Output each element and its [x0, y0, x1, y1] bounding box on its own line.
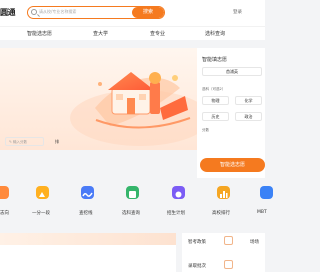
tool-label-university-ranking[interactable]: 高校排行 [212, 210, 230, 216]
score-label: 分数 [202, 128, 209, 132]
tool-icon-cutoff[interactable] [81, 186, 94, 199]
tool-label-score-segment[interactable]: 一分一段 [32, 210, 50, 216]
score-input[interactable]: ✎ 输入分数 [5, 137, 44, 146]
tool-icon-0[interactable] [0, 186, 9, 199]
tool-label-cutoff[interactable]: 查挖线 [79, 210, 93, 216]
subject-physics[interactable]: 物理 [202, 96, 229, 105]
nav-item-subject-query[interactable]: 选科查询 [205, 30, 225, 37]
nav-item-smart-fill[interactable]: 智能选志愿 [27, 30, 52, 37]
nav-item-majors[interactable]: 查专业 [150, 30, 165, 37]
banner-illustration [70, 72, 197, 146]
nav-item-universities[interactable]: 查大学 [93, 30, 108, 37]
search-icon [31, 9, 37, 15]
search-input[interactable]: 请从校/专业名称搜索 [39, 9, 129, 15]
tool-label-enrollment-plan[interactable]: 招生计划 [167, 210, 185, 216]
tool-icon-enrollment-plan[interactable] [172, 186, 185, 199]
tool-icon-mbti[interactable] [260, 186, 273, 199]
panel-title: 智能填志愿 [202, 57, 228, 63]
site-logo[interactable]: 圆通 [0, 7, 16, 18]
link-exam-policy[interactable]: 智考政策 [188, 239, 206, 245]
score-placeholder: 输入分数 [13, 140, 28, 144]
list-icon [224, 260, 233, 269]
province-select[interactable]: 首浦英 [202, 67, 262, 76]
subject-history[interactable]: 历史 [202, 112, 229, 121]
search-box[interactable]: 请从校/专业名称搜索 搜索 [27, 6, 165, 19]
rank-button[interactable]: 排 [49, 137, 65, 146]
smart-fill-button[interactable]: 智能选志愿 [200, 158, 265, 172]
subjects-label: 选科（可选2） [202, 87, 226, 91]
tool-label-0[interactable]: 志向 [0, 210, 9, 216]
link-extra[interactable]: 场场 [250, 239, 259, 245]
tool-icon-university-ranking[interactable] [217, 186, 230, 199]
hero-banner[interactable] [0, 48, 197, 150]
subject-politics[interactable]: 政治 [235, 112, 262, 121]
main-nav: 智能选志愿 查大学 查专业 选科查询 [0, 26, 265, 40]
document-icon [224, 236, 233, 245]
link-admission-batch[interactable]: 录取批次 [188, 263, 206, 269]
tool-label-mbti[interactable]: MBT [257, 210, 267, 215]
news-card-header [0, 233, 176, 245]
search-button[interactable]: 搜索 [132, 7, 164, 18]
subject-chemistry[interactable]: 化学 [235, 96, 262, 105]
login-link[interactable]: 登录 [233, 9, 242, 15]
tool-icon-score-segment[interactable] [36, 186, 49, 199]
tool-label-subject-query[interactable]: 选科查询 [122, 210, 140, 216]
tool-icon-subject-query[interactable] [126, 186, 139, 199]
